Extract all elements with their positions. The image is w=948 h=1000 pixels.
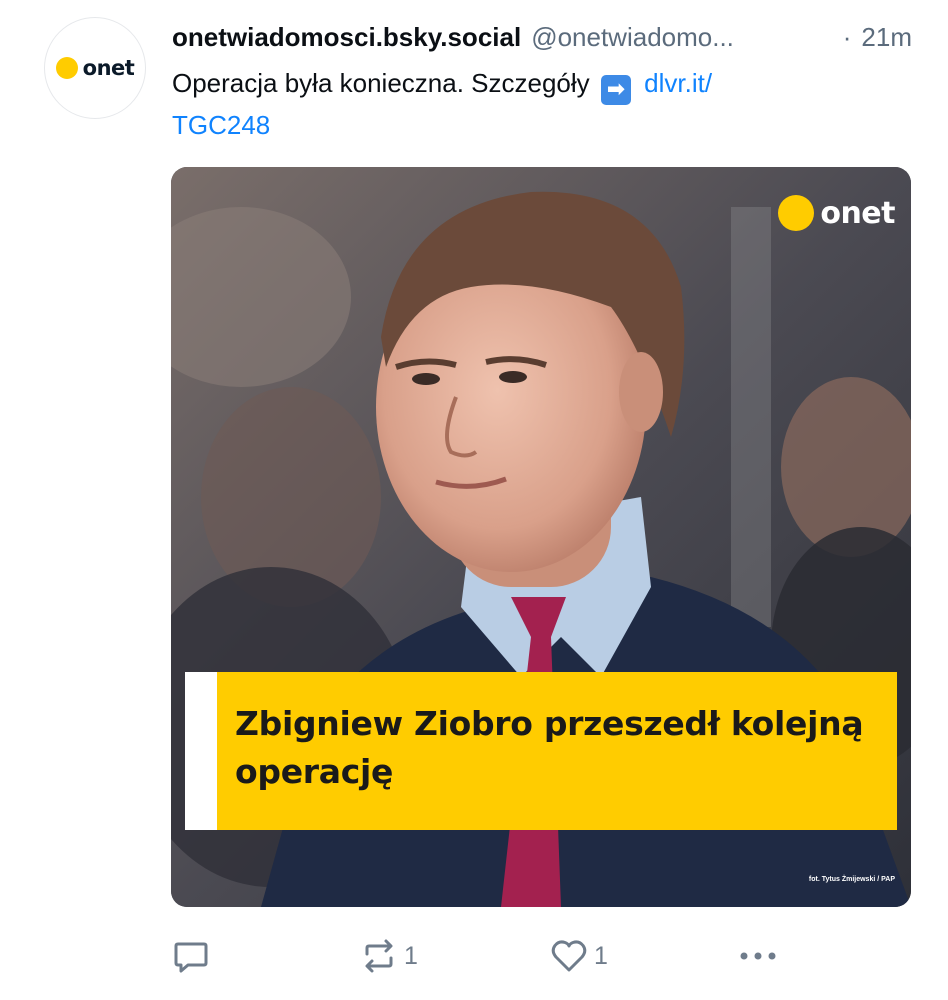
image-headline: Zbigniew Ziobro przeszedł kolejną operac… bbox=[235, 700, 877, 796]
post-image[interactable]: onet Zbigniew Ziobro przeszedł kolejną o… bbox=[171, 167, 911, 907]
onet-watermark-text: onet bbox=[820, 195, 895, 231]
right-arrow-emoji-icon: ➡ bbox=[600, 75, 631, 105]
post-link-part2[interactable]: TGC248 bbox=[172, 110, 270, 140]
image-headline-line2: operację bbox=[235, 752, 394, 791]
more-icon bbox=[740, 952, 776, 960]
onet-watermark-logo: onet bbox=[778, 195, 895, 231]
onet-watermark-dot bbox=[778, 195, 815, 231]
post-actions: 1 1 bbox=[172, 934, 912, 978]
headline-banner: Zbigniew Ziobro przeszedł kolejną operac… bbox=[185, 672, 897, 830]
like-count: 1 bbox=[594, 941, 608, 970]
author-display-name[interactable]: onetwiadomosci.bsky.social bbox=[172, 22, 521, 53]
time-separator: · bbox=[842, 22, 852, 52]
post-timestamp[interactable]: 21m bbox=[861, 22, 912, 53]
like-button[interactable]: 1 bbox=[550, 934, 608, 978]
author-handle[interactable]: @onetwiadomo... bbox=[531, 22, 829, 53]
avatar-logo-text: onet bbox=[82, 56, 135, 80]
post-body-text: Operacja była konieczna. Szczegóły bbox=[172, 68, 590, 98]
author-avatar[interactable]: onet bbox=[44, 17, 146, 119]
post-card[interactable]: onet onetwiadomosci.bsky.social @onetwia… bbox=[0, 0, 948, 1000]
more-options-button[interactable] bbox=[736, 934, 780, 978]
repost-count: 1 bbox=[404, 941, 418, 970]
repost-button[interactable]: 1 bbox=[360, 934, 418, 978]
reply-button[interactable] bbox=[172, 934, 210, 978]
heart-icon bbox=[551, 940, 587, 972]
photo-credit: fot. Tytus Żmijewski / PAP bbox=[808, 876, 895, 883]
image-headline-line1: Zbigniew Ziobro przeszedł kolejną bbox=[235, 704, 864, 743]
post-text: Operacja była konieczna. Szczegóły ➡ dlv… bbox=[172, 63, 892, 145]
post-link-part1[interactable]: dlvr.it/ bbox=[644, 68, 712, 98]
reply-icon bbox=[174, 942, 208, 973]
onet-logo-icon: onet bbox=[55, 56, 135, 80]
onet-logo-dot bbox=[55, 57, 78, 79]
post-header: onetwiadomosci.bsky.social @onetwiadomo.… bbox=[172, 22, 912, 58]
repost-icon bbox=[365, 939, 393, 973]
